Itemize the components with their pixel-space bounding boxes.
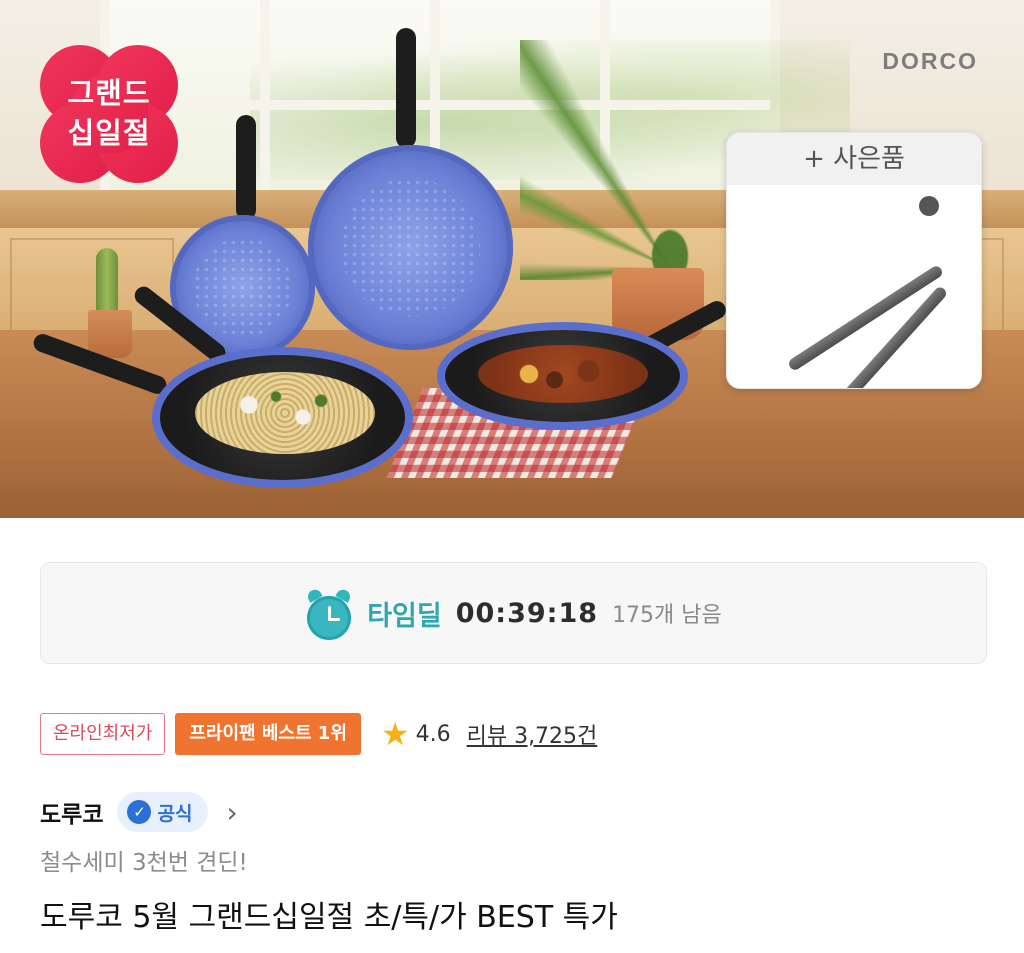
badge-line-2: 십일절 — [67, 116, 151, 150]
chevron-right-icon[interactable]: › — [226, 796, 237, 829]
product-tags-row: 온라인최저가 프라이팬 베스트 1위 ★ 4.6 리뷰 3,725건 — [40, 712, 597, 756]
brand-logo: DORCO — [882, 48, 978, 74]
product-title: 도루코 5월 그랜드십일절 초/특/가 BEST 특가 — [40, 900, 618, 935]
product-subtitle: 철수세미 3천번 견딘! — [40, 850, 248, 876]
product-hero-image[interactable]: 그랜드 십일절 DORCO + 사은품 — [0, 0, 1024, 518]
pasta-dish — [195, 372, 375, 454]
alarm-clock-icon — [305, 587, 353, 640]
verified-check-icon: ✓ — [127, 800, 152, 824]
rating-score: 4.6 — [415, 721, 451, 747]
timedeal-remaining-stock: 175개 남음 — [612, 603, 722, 628]
seller-row[interactable]: 도루코 ✓ 공식 › — [40, 790, 238, 834]
large-pan-bottom — [308, 145, 513, 350]
chicken-dish — [478, 345, 648, 403]
timedeal-label: 타임딜 — [367, 600, 442, 632]
seller-name[interactable]: 도루코 — [40, 795, 103, 829]
free-gift-label: + 사은품 — [727, 133, 981, 185]
lowest-price-tag: 온라인최저가 — [40, 713, 166, 755]
timedeal-countdown: 00:39:18 — [455, 597, 599, 629]
small-plant-pot — [88, 310, 132, 358]
star-icon: ★ — [380, 715, 410, 753]
review-count-link[interactable]: 리뷰 3,725건 — [467, 718, 598, 750]
badge-line-1: 그랜드 — [67, 76, 151, 110]
pan-handle — [396, 28, 416, 148]
timedeal-banner[interactable]: 타임딜 00:39:18 175개 남음 — [40, 562, 987, 664]
official-label: 공식 — [157, 802, 193, 825]
best-rank-tag: 프라이팬 베스트 1위 — [175, 713, 361, 755]
rating: ★ 4.6 리뷰 3,725건 — [381, 718, 597, 750]
cactus — [96, 248, 118, 314]
free-gift-card: + 사은품 — [726, 132, 982, 389]
official-seller-badge: ✓ 공식 — [117, 792, 209, 832]
pan-handle — [236, 115, 256, 220]
grand-11-festival-badge: 그랜드 십일절 — [40, 45, 178, 183]
